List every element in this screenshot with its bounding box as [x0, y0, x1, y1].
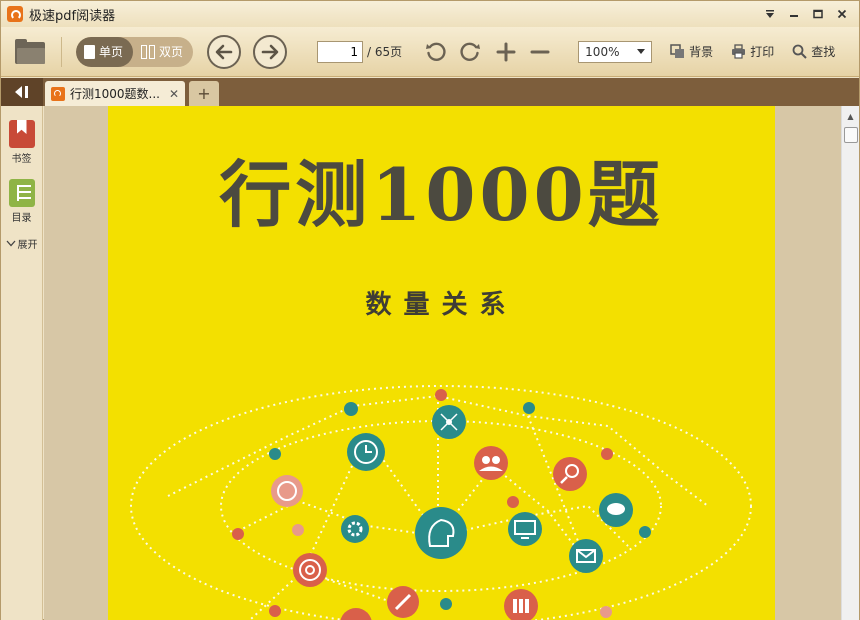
book-title: 行测1000题 — [219, 152, 664, 237]
minimize-button[interactable] — [785, 6, 803, 22]
window-controls — [761, 6, 851, 22]
toc-button[interactable]: 目录 — [1, 179, 42, 224]
bookmarks-button[interactable]: 书签 — [1, 120, 42, 165]
chevron-down-icon — [637, 49, 646, 54]
rotate-left-button[interactable] — [424, 40, 448, 64]
scrollbar-thumb[interactable] — [843, 127, 858, 143]
pdf-file-icon — [51, 86, 65, 101]
toc-label: 目录 — [11, 213, 32, 224]
page-number-input[interactable] — [317, 40, 364, 63]
close-button[interactable] — [833, 6, 851, 22]
sidebar-toggle-button[interactable] — [1, 78, 43, 106]
app-logo-icon — [7, 6, 23, 22]
network-icon-badges — [271, 405, 633, 620]
chevron-down-icon — [6, 240, 15, 247]
page-total: / 65页 — [367, 45, 403, 59]
zoom-select[interactable]: 100% — [578, 40, 653, 63]
print-button[interactable]: 打印 — [731, 43, 774, 60]
menu-dropdown-button[interactable] — [761, 6, 779, 22]
expand-label: 展开 — [17, 240, 38, 251]
open-file-button[interactable] — [13, 38, 47, 66]
plus-icon: + — [197, 84, 211, 103]
background-icon — [670, 44, 685, 58]
single-page-button[interactable]: 单页 — [76, 36, 134, 67]
print-label: 打印 — [750, 45, 775, 59]
minimize-icon — [790, 15, 798, 17]
search-icon — [792, 44, 807, 59]
dropdown-icon — [766, 10, 774, 18]
close-icon — [837, 9, 847, 19]
background-label: 背景 — [689, 45, 714, 59]
maximize-icon — [813, 9, 823, 19]
zoom-in-button[interactable] — [494, 40, 518, 64]
rotate-right-button[interactable] — [458, 40, 482, 64]
tab-label: 行测1000题数... — [70, 87, 160, 101]
next-page-button[interactable] — [253, 34, 288, 69]
scroll-up-icon[interactable]: ▲ — [843, 108, 859, 124]
rotate-left-icon — [426, 42, 446, 61]
zoom-value: 100% — [585, 44, 620, 59]
toolbar-divider — [61, 36, 62, 67]
bookmark-icon — [8, 120, 35, 148]
vertical-scrollbar[interactable]: ▲ — [841, 106, 859, 620]
new-tab-button[interactable]: + — [189, 81, 219, 106]
bookmarks-label: 书签 — [11, 154, 32, 165]
double-page-label: 双页 — [159, 45, 184, 59]
book-subtitle: 数量关系 — [365, 290, 518, 320]
plus-icon — [496, 42, 516, 61]
document-viewport[interactable]: 行测1000题 数量关系 — [44, 106, 841, 620]
background-button[interactable]: 背景 — [670, 43, 713, 60]
app-window: 极速pdf阅读器 单页 双页 1 / 65页 100% 背景 打印 查找 行测1… — [0, 0, 860, 620]
previous-page-button[interactable] — [207, 34, 242, 69]
minus-icon — [530, 50, 550, 53]
double-page-button[interactable]: 双页 — [133, 37, 193, 67]
main-toolbar: 单页 双页 / 65页 100% — [1, 27, 859, 77]
rotate-right-icon — [460, 42, 481, 61]
printer-icon — [732, 44, 746, 59]
arrow-left-icon — [215, 44, 233, 59]
single-page-label: 单页 — [99, 45, 124, 59]
double-page-icon — [141, 44, 156, 59]
table-of-contents-icon — [8, 179, 35, 207]
maximize-button[interactable] — [809, 6, 827, 22]
search-button[interactable]: 查找 — [792, 43, 835, 60]
tab-bar: 行测1000题数... ✕ + — [1, 78, 859, 106]
network-illustration — [130, 385, 752, 620]
title-bar: 极速pdf阅读器 — [1, 1, 859, 27]
arrow-right-icon — [261, 44, 279, 59]
view-mode-toggle: 单页 双页 — [76, 36, 194, 67]
collapse-sidebar-icon — [15, 86, 28, 98]
close-tab-icon[interactable]: ✕ — [169, 87, 179, 101]
document-tab[interactable]: 行测1000题数... ✕ — [45, 81, 185, 106]
pdf-page: 行测1000题 数量关系 — [108, 106, 775, 620]
expand-button[interactable]: 展开 — [1, 236, 42, 251]
left-side-panel: 书签 目录 展开 — [1, 106, 43, 620]
zoom-out-button[interactable] — [528, 40, 552, 64]
search-label: 查找 — [811, 45, 836, 59]
app-title: 极速pdf阅读器 — [29, 8, 116, 24]
single-page-icon — [84, 44, 95, 59]
